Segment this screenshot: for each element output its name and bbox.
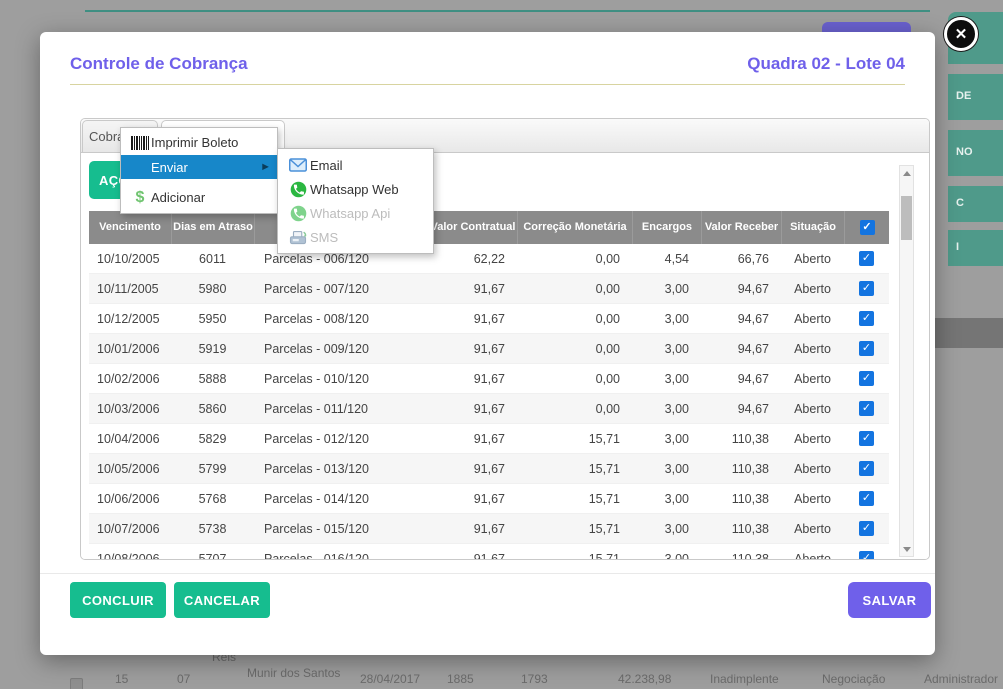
- row-checkbox[interactable]: ✓: [859, 281, 874, 296]
- row-checkbox: [70, 678, 83, 689]
- table-row[interactable]: 10/06/20065768Parcelas - 014/12091,6715,…: [89, 484, 889, 514]
- table-row[interactable]: 10/08/20065707Parcelas - 016/12091,6715,…: [89, 544, 889, 560]
- col-situacao: Situação: [781, 211, 844, 244]
- table-row[interactable]: 10/10/20056011Parcelas - 006/12062,220,0…: [89, 244, 889, 274]
- col-correcao-monetaria: Correção Monetária: [517, 211, 632, 244]
- row-checkbox[interactable]: ✓: [859, 401, 874, 416]
- salvar-button[interactable]: SALVAR: [848, 582, 931, 618]
- email-icon: [286, 158, 310, 172]
- col-valor-receber: Valor Receber: [701, 211, 781, 244]
- menu-item-adicionar[interactable]: $ Adicionar: [121, 185, 277, 210]
- vertical-scrollbar[interactable]: [899, 165, 914, 557]
- table-row[interactable]: 10/05/20065799Parcelas - 013/12091,6715,…: [89, 454, 889, 484]
- whatsapp-icon: [286, 205, 310, 222]
- whatsapp-icon: [286, 181, 310, 198]
- table-row[interactable]: 10/01/20065919Parcelas - 009/12091,670,0…: [89, 334, 889, 364]
- submenu-item-whatsapp-web[interactable]: Whatsapp Web: [278, 177, 433, 201]
- footer-divider: [40, 573, 935, 574]
- cobranca-modal: Controle de Cobrança Quadra 02 - Lote 04…: [40, 32, 935, 655]
- submenu-item-sms: SMS: [278, 225, 433, 249]
- row-checkbox[interactable]: ✓: [859, 371, 874, 386]
- concluir-button[interactable]: CONCLUIR: [70, 582, 166, 618]
- submenu-item-label: SMS: [310, 230, 338, 245]
- cancelar-button[interactable]: CANCELAR: [174, 582, 270, 618]
- modal-title: Controle de Cobrança: [70, 54, 248, 74]
- row-checkbox[interactable]: ✓: [859, 521, 874, 536]
- table-body: 10/10/20056011Parcelas - 006/12062,220,0…: [89, 244, 889, 560]
- table-row[interactable]: 10/03/20065860Parcelas - 011/12091,670,0…: [89, 394, 889, 424]
- row-checkbox[interactable]: ✓: [859, 551, 874, 560]
- context-menu: Imprimir Boleto Enviar ► $ Adicionar: [120, 127, 278, 214]
- enviar-submenu: Email Whatsapp Web Whatsapp Api SMS: [277, 148, 434, 254]
- col-valor-contratual: Valor Contratual: [428, 211, 517, 244]
- submenu-item-label: Whatsapp Web: [310, 182, 399, 197]
- row-checkbox[interactable]: ✓: [859, 491, 874, 506]
- submenu-item-email[interactable]: Email: [278, 153, 433, 177]
- close-icon[interactable]: ✕: [944, 17, 978, 51]
- row-checkbox[interactable]: ✓: [859, 251, 874, 266]
- table-row[interactable]: 10/12/20055950Parcelas - 008/12091,670,0…: [89, 304, 889, 334]
- submenu-item-whatsapp-api: Whatsapp Api: [278, 201, 433, 225]
- col-encargos: Encargos: [632, 211, 701, 244]
- table-row[interactable]: 10/04/20065829Parcelas - 012/12091,6715,…: [89, 424, 889, 454]
- sms-icon: [286, 230, 310, 245]
- menu-item-label: Enviar: [151, 160, 188, 175]
- tab-content: AÇÕES Vencimento Dias em Atraso Descriçã…: [81, 153, 929, 560]
- submenu-arrow-icon: ►: [260, 161, 271, 173]
- submenu-item-label: Email: [310, 158, 343, 173]
- scroll-down-icon[interactable]: [900, 542, 913, 556]
- scroll-up-icon[interactable]: [900, 166, 913, 180]
- scrollbar-thumb[interactable]: [901, 196, 912, 240]
- parcelas-table: Vencimento Dias em Atraso Descrição Valo…: [89, 211, 889, 560]
- select-all-checkbox[interactable]: ✓: [860, 220, 875, 235]
- menu-item-label: Imprimir Boleto: [151, 135, 238, 150]
- menu-item-label: Adicionar: [151, 190, 205, 205]
- barcode-icon: [129, 136, 151, 150]
- modal-subtitle: Quadra 02 - Lote 04: [747, 54, 905, 74]
- menu-item-imprimir-boleto[interactable]: Imprimir Boleto: [121, 130, 277, 155]
- submenu-item-label: Whatsapp Api: [310, 206, 390, 221]
- dollar-icon: $: [129, 189, 151, 207]
- col-vencimento: Vencimento: [89, 211, 171, 244]
- table-row[interactable]: 10/02/20065888Parcelas - 010/12091,670,0…: [89, 364, 889, 394]
- col-dias-atraso: Dias em Atraso: [171, 211, 254, 244]
- row-checkbox[interactable]: ✓: [859, 311, 874, 326]
- title-divider: [70, 84, 905, 85]
- screen: S FI DE NO C I Reis 15 07 Munir dos Sant…: [0, 0, 1003, 689]
- row-checkbox[interactable]: ✓: [859, 341, 874, 356]
- table-row[interactable]: 10/11/20055980Parcelas - 007/12091,670,0…: [89, 274, 889, 304]
- row-checkbox[interactable]: ✓: [859, 461, 874, 476]
- col-select-all: ✓: [844, 211, 889, 244]
- table-row[interactable]: 10/07/20065738Parcelas - 015/12091,6715,…: [89, 514, 889, 544]
- menu-item-enviar[interactable]: Enviar ►: [121, 155, 277, 179]
- table-header: Vencimento Dias em Atraso Descrição Valo…: [89, 211, 889, 244]
- row-checkbox[interactable]: ✓: [859, 431, 874, 446]
